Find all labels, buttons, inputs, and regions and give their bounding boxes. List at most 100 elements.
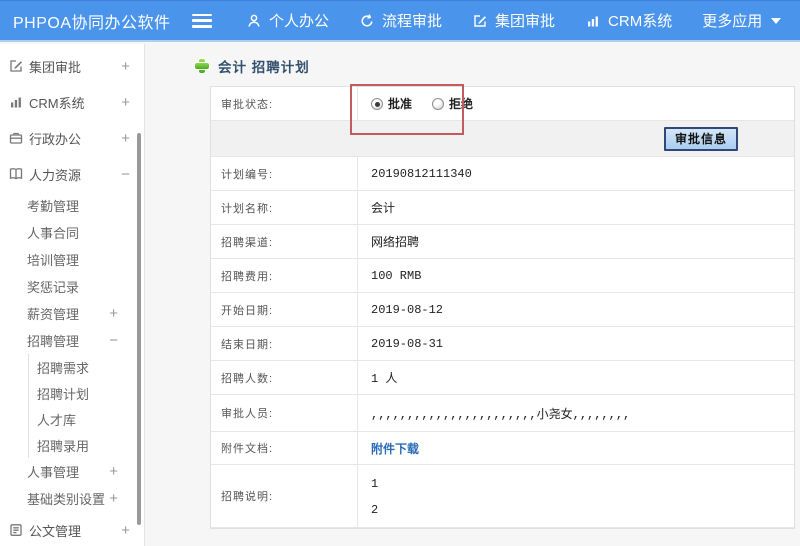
field-label: 审批人员: [211, 395, 358, 431]
field-value: 附件下载 [358, 440, 794, 457]
form-row-plan-number: 计划编号: 20190812111340 [211, 157, 794, 191]
nav-item-personal-office[interactable]: 个人办公 [246, 10, 329, 31]
field-value: 2019-08-31 [371, 336, 444, 351]
sidebar-item-crm[interactable]: CRM系统 + [0, 84, 144, 120]
field-value: 1 2 [358, 465, 794, 527]
form-row-button: 审批信息 [211, 121, 794, 157]
page-header: 会计 招聘计划 [195, 57, 800, 75]
field-value: 2019-08-12 [371, 302, 444, 317]
sidebar-item-talent-pool[interactable]: 人才库 [29, 406, 144, 432]
field-label: 审批状态: [211, 87, 358, 120]
sidebar-item-rewards[interactable]: 奖惩记录 [0, 273, 144, 300]
sidebar-item-label: 集团审批 [29, 59, 82, 75]
expand-icon[interactable]: + [121, 130, 130, 147]
nav-item-label: 集团审批 [495, 13, 556, 30]
form-row-headcount: 招聘人数: 1 人 [211, 361, 794, 395]
nav-item-label: 流程审批 [382, 13, 443, 30]
top-navbar: PHPOA协同办公软件 个人办公 流程审批 集团审批 CRM系统 更多应用 [0, 0, 800, 42]
menu-icon[interactable] [192, 13, 212, 28]
sidebar-scrollbar[interactable] [137, 133, 141, 525]
radio-reject-unchecked-icon[interactable] [432, 97, 445, 110]
expand-icon[interactable]: + [109, 305, 118, 322]
nav-item-flow-approval[interactable]: 流程审批 [359, 10, 442, 31]
sidebar-item-label: CRM系统 [29, 95, 85, 111]
description-line: 2 [371, 503, 379, 517]
nav-item-crm[interactable]: CRM系统 [585, 10, 672, 31]
add-icon[interactable] [195, 59, 209, 73]
sidebar-item-label: 人力资源 [29, 167, 82, 183]
page-title: 会计 招聘计划 [218, 60, 310, 75]
form-row-status: 审批状态: 批准 拒绝 [211, 87, 794, 121]
sidebar-item-recruit-hire[interactable]: 招聘录用 [29, 432, 144, 458]
main-content: 会计 招聘计划 审批状态: 批准 拒绝 审批信息 计划编号: 201908121… [146, 44, 800, 546]
field-label: 招聘费用: [211, 259, 358, 292]
description-line: 1 [371, 477, 379, 491]
sidebar-item-document-mgmt[interactable]: 公文管理 + [0, 512, 144, 546]
approval-form: 审批状态: 批准 拒绝 审批信息 计划编号: 20190812111340 计划… [210, 84, 795, 529]
field-value: 20190812111340 [371, 166, 472, 181]
edit-square-icon [474, 14, 487, 27]
caret-down-icon [771, 17, 782, 24]
field-label: 招聘说明: [211, 465, 358, 527]
sidebar-item-personnel-mgmt[interactable]: 人事管理 + [0, 458, 144, 485]
sidebar: 集团审批 + CRM系统 + 行政办公 + 人力资源 − 考勤管理 人事合同 培… [0, 44, 145, 546]
edit-square-icon [10, 60, 22, 72]
expand-icon[interactable]: + [121, 94, 130, 111]
field-value: 网络招聘 [371, 236, 420, 250]
form-row-recruit-cost: 招聘费用: 100 RMB [211, 259, 794, 293]
collapse-icon[interactable]: − [109, 332, 118, 349]
attachment-download-link[interactable]: 附件下载 [371, 443, 419, 457]
sidebar-item-label: 行政办公 [29, 131, 82, 147]
expand-icon[interactable]: + [121, 58, 130, 75]
briefcase-icon [9, 132, 23, 144]
form-row-start-date: 开始日期: 2019-08-12 [211, 293, 794, 327]
nav-item-more-apps[interactable]: 更多应用 [702, 10, 782, 31]
field-label: 附件文档: [211, 432, 358, 464]
recruit-submenu: 招聘需求 招聘计划 人才库 招聘录用 [28, 354, 144, 458]
sidebar-item-recruit-mgmt[interactable]: 招聘管理 − [0, 327, 144, 354]
app-logo: PHPOA协同办公软件 [13, 14, 171, 32]
sidebar-item-attendance[interactable]: 考勤管理 [0, 192, 144, 219]
expand-icon[interactable]: + [109, 463, 118, 480]
field-value: 会计 [371, 202, 396, 216]
field-label: 招聘渠道: [211, 225, 358, 258]
approval-info-button[interactable]: 审批信息 [663, 126, 738, 151]
field-label: 结束日期: [211, 327, 358, 360]
form-row-description: 招聘说明: 1 2 [211, 465, 794, 528]
sidebar-item-recruit-plan[interactable]: 招聘计划 [29, 380, 144, 406]
sidebar-item-admin-office[interactable]: 行政办公 + [0, 120, 144, 156]
radio-option-approve[interactable]: 批准 [371, 95, 412, 112]
sidebar-item-salary[interactable]: 薪资管理 + [0, 300, 144, 327]
radio-option-reject[interactable]: 拒绝 [432, 95, 473, 112]
form-row-attachment: 附件文档: 附件下载 [211, 432, 794, 465]
status-radio-group: 批准 拒绝 [371, 95, 794, 112]
form-row-plan-name: 计划名称: 会计 [211, 191, 794, 225]
field-label: 计划名称: [211, 191, 358, 224]
field-value: ,,,,,,,,,,,,,,,,,,,,,,,小尧女,,,,,,,, [371, 407, 631, 422]
flow-cycle-icon [361, 13, 373, 27]
sidebar-item-group-approval[interactable]: 集团审批 + [0, 48, 144, 84]
expand-icon[interactable]: + [121, 522, 130, 539]
form-row-approver: 审批人员: ,,,,,,,,,,,,,,,,,,,,,,,小尧女,,,,,,,, [211, 395, 794, 432]
sidebar-item-hr-contract[interactable]: 人事合同 [0, 219, 144, 246]
bar-chart-icon [588, 16, 598, 26]
top-nav-menu: 个人办公 流程审批 集团审批 CRM系统 更多应用 [246, 10, 782, 31]
collapse-icon[interactable]: − [121, 166, 130, 183]
nav-item-group-approval[interactable]: 集团审批 [472, 10, 555, 31]
bar-chart-icon [11, 97, 21, 108]
nav-item-label: 更多应用 [702, 13, 763, 30]
sidebar-item-hr[interactable]: 人力资源 − [0, 156, 144, 192]
form-row-recruit-channel: 招聘渠道: 网络招聘 [211, 225, 794, 259]
field-value: 批准 拒绝 [358, 95, 794, 112]
sidebar-item-recruit-demand[interactable]: 招聘需求 [29, 354, 144, 380]
sidebar-item-label: 公文管理 [29, 523, 82, 539]
radio-approve-checked-icon[interactable] [371, 97, 383, 110]
book-icon [9, 168, 23, 180]
field-label: 招聘人数: [211, 361, 358, 394]
form-row-end-date: 结束日期: 2019-08-31 [211, 327, 794, 361]
user-icon [248, 14, 260, 27]
sidebar-item-base-category[interactable]: 基础类别设置 + [0, 485, 144, 512]
sidebar-item-training[interactable]: 培训管理 [0, 246, 144, 273]
field-value: 1 人 [371, 372, 398, 386]
expand-icon[interactable]: + [109, 490, 118, 507]
